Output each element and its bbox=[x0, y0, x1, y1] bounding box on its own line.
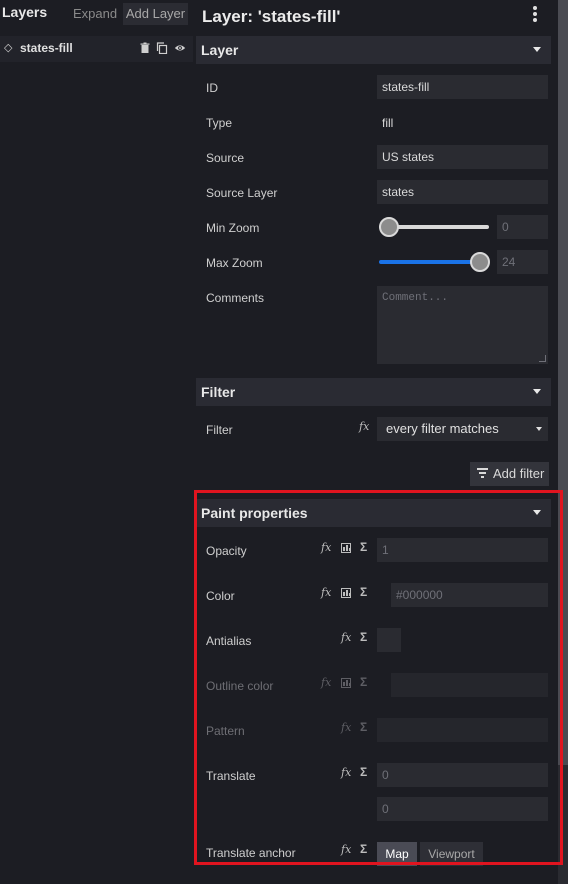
chevron-down-icon bbox=[536, 427, 542, 431]
max-zoom-slider[interactable] bbox=[379, 260, 484, 264]
layer-list-title: Layers bbox=[2, 4, 48, 20]
section-header-filter[interactable]: Filter bbox=[196, 378, 551, 406]
section-header-layer[interactable]: Layer bbox=[196, 36, 551, 64]
highlight-box bbox=[194, 490, 563, 865]
filter-label: Filter bbox=[206, 423, 233, 437]
max-zoom-slider-handle[interactable] bbox=[470, 252, 490, 272]
comments-textarea[interactable]: Comment... bbox=[377, 286, 548, 364]
fill-layer-icon: ◇ bbox=[4, 42, 13, 54]
add-filter-button[interactable]: Add filter bbox=[470, 462, 549, 486]
source-layer-label: Source Layer bbox=[206, 186, 278, 200]
chevron-down-icon bbox=[533, 47, 541, 52]
more-menu-icon[interactable] bbox=[531, 6, 539, 24]
layer-item-name: states-fill bbox=[20, 41, 73, 55]
resize-grip-icon[interactable] bbox=[539, 355, 546, 362]
section-title-layer: Layer bbox=[201, 42, 239, 58]
layer-list-header: Layers Expand Add Layer bbox=[0, 0, 193, 30]
max-zoom-input[interactable]: 24 bbox=[497, 250, 548, 274]
source-label: Source bbox=[206, 151, 245, 165]
section-title-filter: Filter bbox=[201, 384, 236, 400]
panel-title: Layer: 'states-fill' bbox=[202, 7, 341, 26]
comments-placeholder: Comment... bbox=[382, 292, 449, 304]
duplicate-icon[interactable] bbox=[156, 42, 168, 54]
filter-combinator-select[interactable]: every filter matches bbox=[377, 417, 548, 441]
filter-combinator-value: every filter matches bbox=[386, 421, 499, 436]
expand-button[interactable]: Expand bbox=[70, 3, 120, 25]
add-filter-icon bbox=[477, 468, 488, 478]
source-layer-select[interactable]: states bbox=[377, 180, 548, 204]
min-zoom-slider-handle[interactable] bbox=[379, 217, 399, 237]
function-fx-icon[interactable]: fx bbox=[359, 420, 369, 433]
max-zoom-label: Max Zoom bbox=[206, 256, 263, 270]
min-zoom-label: Min Zoom bbox=[206, 221, 260, 235]
chevron-down-icon bbox=[533, 389, 541, 394]
id-input[interactable]: states-fill bbox=[377, 75, 548, 99]
visibility-eye-icon[interactable] bbox=[174, 42, 186, 54]
add-filter-label: Add filter bbox=[493, 466, 545, 481]
layer-item-states-fill[interactable]: ◇ states-fill bbox=[0, 36, 193, 62]
comments-label: Comments bbox=[206, 291, 265, 305]
source-select[interactable]: US states bbox=[377, 145, 548, 169]
layer-list-panel: Layers Expand Add Layer ◇ states-fill bbox=[0, 0, 193, 884]
type-label: Type bbox=[206, 116, 233, 130]
type-value: fill bbox=[382, 116, 394, 130]
delete-icon[interactable] bbox=[139, 42, 151, 54]
min-zoom-input[interactable]: 0 bbox=[497, 215, 548, 239]
id-label: ID bbox=[206, 81, 218, 95]
add-layer-button[interactable]: Add Layer bbox=[123, 3, 188, 25]
